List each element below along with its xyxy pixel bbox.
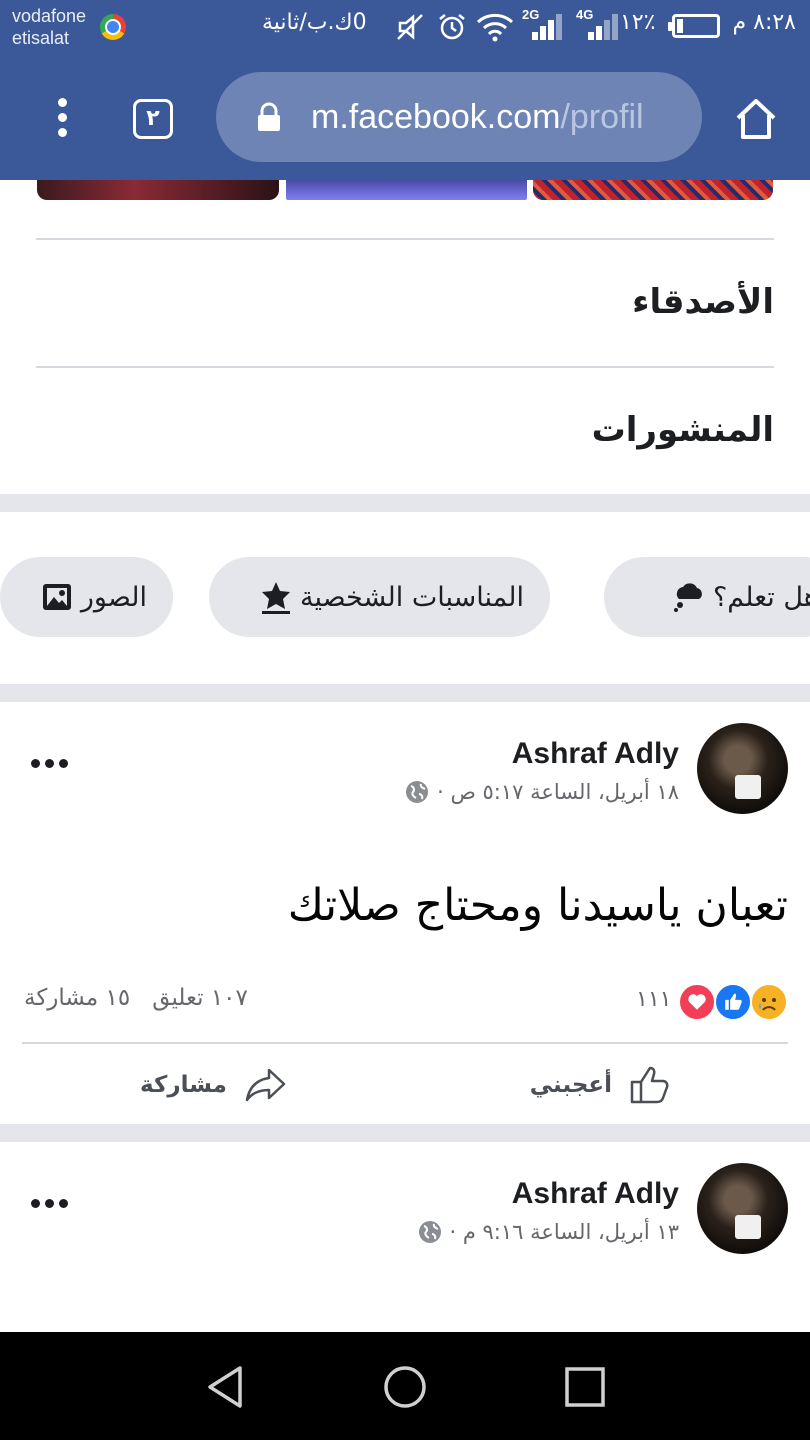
section-separator [0, 1124, 810, 1142]
photos-icon [42, 584, 71, 610]
lock-icon [258, 102, 280, 131]
clock: ٨:٢٨ م [732, 10, 797, 35]
avatar[interactable] [697, 1163, 788, 1254]
section-separator [0, 494, 810, 512]
chip-label: الصور [80, 581, 147, 613]
network-speed: 0ك.ب/ثانية [262, 10, 367, 35]
thumbs-up-icon [630, 1066, 669, 1104]
photo-thumbnail[interactable] [286, 180, 527, 200]
carrier-name-2: etisalat [12, 28, 70, 48]
chip-did-you-know[interactable]: هل تعلم؟ [604, 557, 810, 637]
battery-percent: ٪١٢ [620, 10, 656, 35]
url-host: m.facebook.com [311, 98, 561, 136]
chrome-icon [100, 14, 126, 40]
share-count[interactable]: ١٥ مشاركة [24, 985, 130, 1011]
section-separator [0, 684, 810, 702]
globe-icon [406, 781, 429, 803]
url-text[interactable]: m.facebook.com/profil [311, 96, 681, 138]
posts-heading: المنشورات [591, 410, 774, 450]
post-date: ١٣ أبريل، الساعة ٩:١٦ م · [449, 1220, 680, 1244]
chip-life-events[interactable]: المناسبات الشخصية [209, 557, 550, 637]
chip-photos[interactable]: الصور [0, 557, 173, 637]
back-icon[interactable] [202, 1364, 248, 1410]
signal-icon-2 [584, 14, 618, 40]
recents-icon[interactable] [562, 1364, 608, 1410]
post-stats: ١٠٧ تعليق ١٥ مشاركة [24, 985, 248, 1011]
post-body: تعبان ياسيدنا ومحتاج صلاتك [287, 880, 788, 931]
share-button[interactable]: مشاركة [140, 1060, 289, 1110]
address-bar[interactable]: m.facebook.com/profil [216, 72, 702, 162]
mute-icon [397, 14, 423, 40]
divider [36, 366, 774, 368]
status-bar: vodafone etisalat 0ك.ب/ثانية 2G 4G ٪١٢ ٨… [0, 0, 810, 54]
carrier-name-1: vodafone [12, 6, 87, 26]
like-label: أعجبني [529, 1072, 612, 1098]
like-reaction-icon [714, 983, 752, 1021]
screen: vodafone etisalat 0ك.ب/ثانية 2G 4G ٪١٢ ٨… [0, 0, 810, 1440]
more-options-icon[interactable] [30, 1197, 70, 1209]
comment-count[interactable]: ١٠٧ تعليق [152, 985, 248, 1011]
reactions-summary[interactable] [676, 983, 788, 1023]
friends-heading[interactable]: الأصدقاء [632, 282, 774, 322]
avatar[interactable] [697, 723, 788, 814]
photo-thumbnail[interactable] [533, 180, 773, 200]
share-label: مشاركة [140, 1072, 227, 1098]
signal-icon-1 [528, 14, 562, 40]
home-nav-icon[interactable] [382, 1364, 428, 1410]
photo-thumbnail[interactable] [37, 180, 279, 200]
system-nav-bar [0, 1332, 810, 1440]
chip-label: هل تعلم؟ [712, 581, 810, 613]
star-event-icon [262, 582, 290, 614]
divider [36, 238, 774, 240]
love-reaction-icon [678, 983, 716, 1021]
like-button[interactable]: أعجبني [530, 1060, 674, 1110]
post-author[interactable]: Ashraf Adly [512, 737, 679, 771]
menu-dots-icon[interactable] [40, 94, 84, 142]
post-timestamp[interactable]: ١٨ أبريل، الساعة ٥:١٧ ص · [405, 780, 679, 804]
tab-switcher-button[interactable]: ٢ [133, 99, 173, 139]
wifi-icon [476, 13, 514, 42]
thought-bubble-icon [673, 583, 702, 612]
post-author[interactable]: Ashraf Adly [512, 1177, 679, 1211]
home-icon[interactable] [733, 96, 779, 142]
carrier-label: vodafone etisalat [12, 5, 86, 49]
post-date: ١٨ أبريل، الساعة ٥:١٧ ص · [437, 780, 679, 804]
alarm-icon [439, 14, 465, 40]
more-options-icon[interactable] [30, 757, 70, 769]
divider [22, 1042, 788, 1044]
reaction-count[interactable]: ١١١ [636, 987, 671, 1012]
sad-reaction-icon [750, 983, 788, 1021]
battery-icon [668, 14, 720, 38]
share-arrow-icon [245, 1068, 286, 1102]
browser-toolbar: ٢ m.facebook.com/profil [0, 54, 810, 180]
chip-label: المناسبات الشخصية [300, 581, 524, 613]
url-path: /profil [560, 98, 644, 136]
globe-icon [418, 1221, 441, 1243]
post-timestamp[interactable]: ١٣ أبريل، الساعة ٩:١٦ م · [418, 1220, 680, 1244]
